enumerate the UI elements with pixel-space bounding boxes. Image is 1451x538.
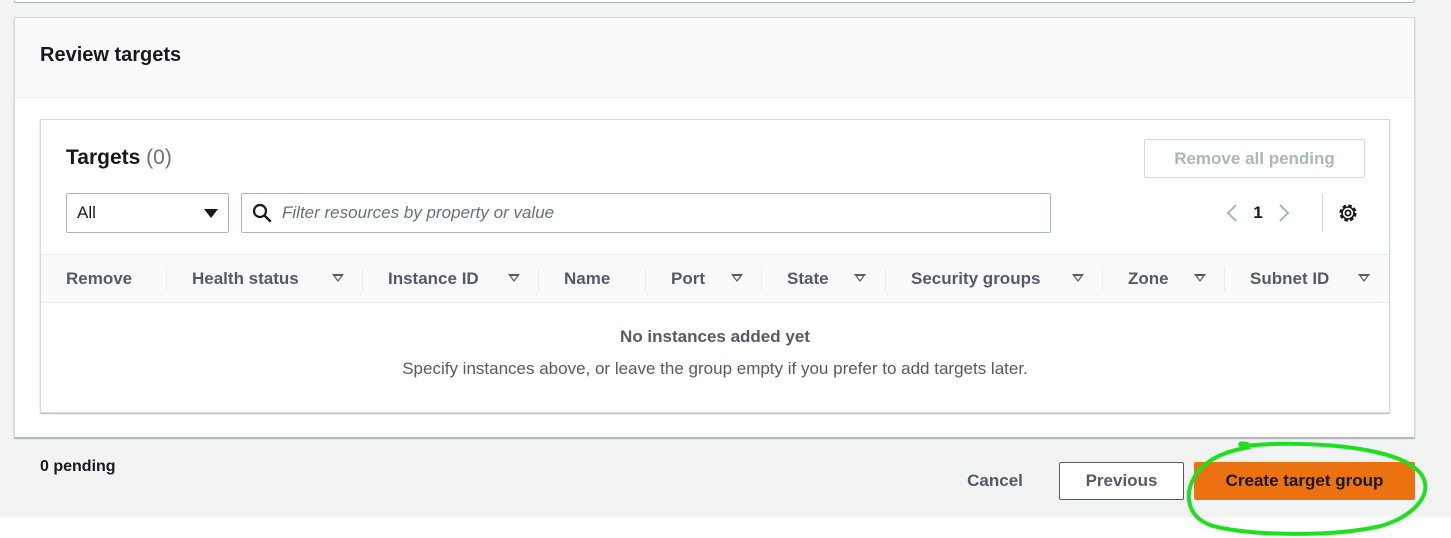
column-header-state[interactable]: State bbox=[787, 255, 829, 302]
column-header-health-status[interactable]: Health status bbox=[192, 255, 299, 302]
targets-table-container: Targets (0) Remove all pending All 1 bbox=[40, 119, 1390, 413]
chevron-left-icon[interactable] bbox=[1219, 200, 1245, 226]
table-header-row: Remove Health status Instance ID Name Po… bbox=[41, 254, 1389, 303]
search-field[interactable] bbox=[241, 193, 1051, 233]
column-separator bbox=[645, 267, 646, 291]
column-label: Port bbox=[671, 268, 705, 288]
column-separator bbox=[1224, 267, 1225, 291]
panel-title: Review targets bbox=[40, 44, 182, 66]
sort-caret-icon[interactable] bbox=[1072, 274, 1084, 282]
column-separator bbox=[538, 267, 539, 291]
column-label: Instance ID bbox=[388, 268, 479, 288]
previous-button[interactable]: Previous bbox=[1059, 462, 1184, 500]
targets-count: (0) bbox=[146, 146, 172, 169]
remove-all-pending-button[interactable]: Remove all pending bbox=[1144, 139, 1365, 178]
filter-select[interactable]: All bbox=[66, 193, 229, 233]
sort-caret-icon[interactable] bbox=[1194, 274, 1206, 282]
targets-heading: Targets (0) bbox=[66, 146, 172, 170]
column-header-port[interactable]: Port bbox=[671, 255, 705, 302]
gear-icon[interactable] bbox=[1336, 201, 1360, 225]
sort-caret-icon[interactable] bbox=[731, 274, 743, 282]
filter-select-value: All bbox=[77, 203, 96, 222]
pending-count: 0 pending bbox=[40, 458, 116, 475]
column-label: State bbox=[787, 268, 829, 288]
empty-state-description: Specify instances above, or leave the gr… bbox=[402, 359, 1028, 378]
review-targets-panel: Review targets Targets (0) Remove all pe… bbox=[14, 17, 1415, 438]
column-separator bbox=[761, 267, 762, 291]
search-input[interactable] bbox=[282, 203, 1002, 223]
pagination: 1 bbox=[1219, 200, 1297, 226]
sort-caret-icon[interactable] bbox=[508, 274, 520, 282]
column-separator bbox=[1102, 267, 1103, 291]
column-header-subnet-id[interactable]: Subnet ID bbox=[1250, 255, 1329, 302]
chevron-right-icon[interactable] bbox=[1271, 200, 1297, 226]
sort-caret-icon[interactable] bbox=[332, 274, 344, 282]
pagination-divider bbox=[1322, 194, 1323, 232]
sort-caret-icon[interactable] bbox=[854, 274, 866, 282]
column-header-zone[interactable]: Zone bbox=[1128, 255, 1169, 302]
column-label: Subnet ID bbox=[1250, 268, 1330, 288]
column-header-remove: Remove bbox=[66, 255, 132, 302]
previous-section-card bbox=[14, 0, 1415, 3]
column-label: Health status bbox=[192, 268, 299, 288]
column-header-instance-id[interactable]: Instance ID bbox=[388, 255, 479, 302]
cancel-button[interactable]: Cancel bbox=[947, 462, 1043, 500]
column-separator bbox=[166, 267, 167, 291]
column-label: Remove bbox=[66, 268, 133, 288]
empty-state-title: No instances added yet bbox=[620, 327, 810, 346]
column-header-security-groups[interactable]: Security groups bbox=[911, 255, 1040, 302]
create-target-group-button[interactable]: Create target group bbox=[1194, 462, 1415, 500]
sort-caret-icon[interactable] bbox=[1358, 274, 1370, 282]
column-separator bbox=[362, 267, 363, 291]
panel-header: Review targets bbox=[15, 18, 1414, 98]
page-number[interactable]: 1 bbox=[1245, 203, 1271, 223]
column-label: Name bbox=[564, 268, 611, 288]
search-icon bbox=[252, 203, 272, 223]
caret-down-icon bbox=[204, 208, 218, 218]
column-label: Security groups bbox=[911, 268, 1041, 288]
targets-title: Targets bbox=[66, 146, 141, 169]
column-label: Zone bbox=[1128, 268, 1169, 288]
column-separator bbox=[885, 267, 886, 291]
column-header-name: Name bbox=[564, 255, 610, 302]
